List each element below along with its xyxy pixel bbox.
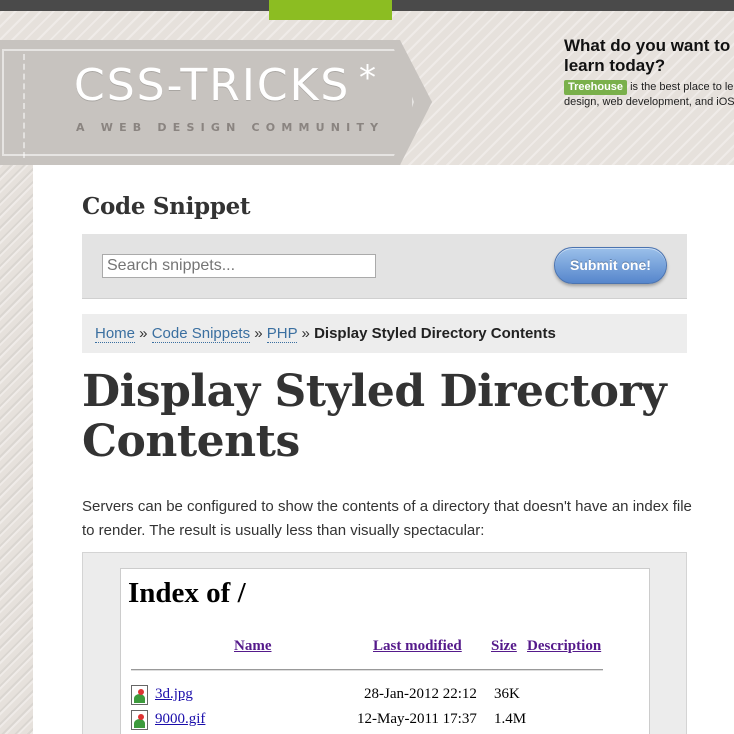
example-col-name: Name xyxy=(234,638,272,654)
example-col-description: Description xyxy=(527,638,602,654)
ad-heading-line-1: What do you want to xyxy=(564,36,731,55)
logo-star-icon: * xyxy=(359,58,376,98)
breadcrumb-separator: » xyxy=(250,325,267,342)
breadcrumb: Home » Code Snippets » PHP » Display Sty… xyxy=(82,314,687,353)
example-file-name: 9000.gif xyxy=(155,711,206,727)
treehouse-badge[interactable]: Treehouse xyxy=(564,80,628,95)
breadcrumb-php[interactable]: PHP xyxy=(266,325,298,343)
search-input[interactable] xyxy=(102,254,376,278)
example-col-size: Size xyxy=(491,638,517,654)
image-file-icon xyxy=(131,710,148,730)
example-file-modified: 28-Jan-2012 22:12 xyxy=(364,686,477,702)
section-title: Code Snippet xyxy=(82,193,251,220)
breadcrumb-separator: » xyxy=(135,325,152,342)
image-file-icon xyxy=(131,685,148,705)
example-divider xyxy=(131,669,603,671)
ad-body: Treehouse is the best place to le design… xyxy=(564,80,734,110)
left-rail xyxy=(0,150,34,734)
ad-body-line-2: design, web development, and iOS xyxy=(564,96,734,108)
example-file-name: 3d.jpg xyxy=(155,686,193,702)
treehouse-ad[interactable]: What do you want to learn today? Treehou… xyxy=(564,36,734,110)
logo-stitch xyxy=(23,54,25,158)
ad-heading-line-2: learn today? xyxy=(564,56,666,75)
example-col-last-modified: Last modified xyxy=(373,638,462,654)
breadcrumb-current: Display Styled Directory Contents xyxy=(314,325,556,342)
page-title: Display Styled Directory Contents xyxy=(82,366,667,467)
site-tagline: A WEB DESIGN COMMUNITY xyxy=(76,121,385,134)
breadcrumb-separator: » xyxy=(297,325,315,342)
ad-body-line-1: is the best place to le xyxy=(627,81,734,93)
top-accent-tab xyxy=(269,0,392,20)
ad-heading: What do you want to learn today? xyxy=(564,36,734,76)
submit-snippet-button[interactable]: Submit one! xyxy=(554,247,667,284)
example-heading: Index of / xyxy=(128,577,246,609)
example-file-modified: 12-May-2011 17:37 xyxy=(357,711,477,727)
breadcrumb-home[interactable]: Home xyxy=(95,325,136,343)
intro-paragraph: Servers can be configured to show the co… xyxy=(82,498,692,539)
example-file-size: 36K xyxy=(494,686,520,702)
example-file-size: 1.4M xyxy=(494,711,527,727)
site-logo[interactable]: CSS-TRICKS xyxy=(74,60,350,111)
breadcrumb-code-snippets[interactable]: Code Snippets xyxy=(151,325,251,343)
